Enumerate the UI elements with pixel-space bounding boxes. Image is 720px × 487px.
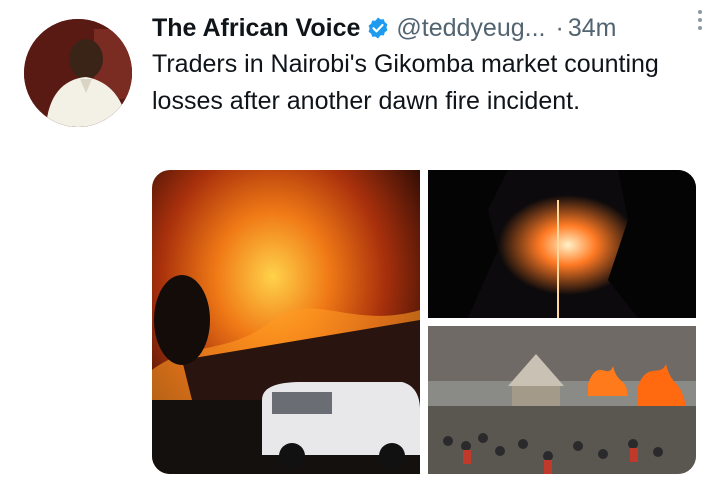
media-grid (152, 170, 696, 474)
photo-fire-night-building[interactable] (152, 170, 420, 474)
photo-fire-market-aftermath[interactable] (428, 326, 696, 474)
avatar[interactable] (24, 19, 132, 127)
photo-fire-night-silhouette[interactable] (428, 170, 696, 318)
more-options-icon[interactable] (688, 4, 712, 36)
separator-dot: · (555, 13, 564, 42)
timestamp[interactable]: 34m (568, 14, 617, 43)
user-handle[interactable]: @teddyeug... (396, 14, 545, 43)
tweet-text: Traders in Nairobi's Gikomba market coun… (152, 50, 659, 115)
tweet-header: The African Voice @teddyeug... · 34m (152, 8, 700, 48)
tweet-card[interactable]: The African Voice @teddyeug... · 34m Tra… (0, 0, 720, 487)
display-name[interactable]: The African Voice (152, 14, 360, 43)
verified-badge-icon (366, 16, 390, 40)
avatar-image (24, 19, 132, 127)
